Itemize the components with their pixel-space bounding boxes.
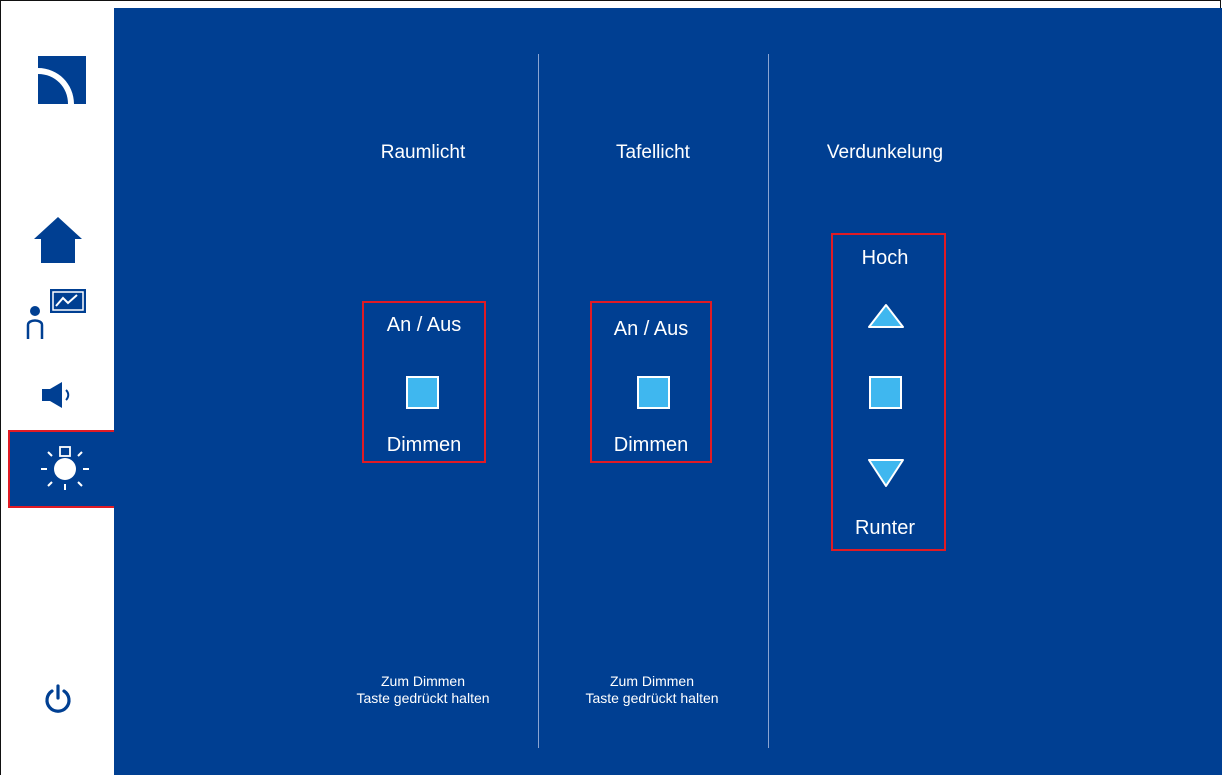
- blind-down-button[interactable]: [867, 458, 905, 488]
- triangle-up-icon: [868, 304, 904, 328]
- sidebar-item-presentation[interactable]: [1, 287, 114, 344]
- tafellicht-toggle-button[interactable]: [637, 376, 670, 409]
- sidebar: [1, 1, 122, 775]
- sidebar-item-light[interactable]: [8, 430, 122, 508]
- hint-line: Taste gedrückt halten: [356, 690, 490, 706]
- column-divider: [538, 54, 539, 748]
- tafellicht-toggle-label: An / Aus: [613, 318, 689, 340]
- verdunkelung-title: Verdunkelung: [826, 142, 944, 163]
- presenter-icon: [23, 287, 93, 344]
- tafellicht-dim-label: Dimmen: [613, 434, 689, 456]
- hint-line: Zum Dimmen: [609, 673, 694, 689]
- light-bulb-icon: [39, 441, 91, 498]
- sidebar-item-home[interactable]: [1, 216, 114, 268]
- raumlicht-toggle-label: An / Aus: [386, 314, 462, 336]
- raumlicht-title: Raumlicht: [380, 142, 466, 163]
- main-panel: Raumlicht An / Aus Dimmen Zum Dimmen Tas…: [114, 8, 1222, 775]
- hint-line: Taste gedrückt halten: [585, 690, 719, 706]
- speaker-icon: [38, 380, 78, 415]
- brand-logo-icon: [37, 56, 86, 104]
- power-button[interactable]: [1, 679, 114, 723]
- blind-up-button[interactable]: [867, 303, 905, 329]
- tafellicht-title: Tafellicht: [616, 142, 690, 163]
- power-icon: [43, 683, 73, 719]
- verdunkelung-down-label: Runter: [854, 517, 916, 539]
- hint-line: Zum Dimmen: [380, 673, 465, 689]
- column-divider: [768, 54, 769, 748]
- raumlicht-dim-label: Dimmen: [386, 434, 462, 456]
- raumlicht-toggle-button[interactable]: [406, 376, 439, 409]
- raumlicht-dim-hint: Zum Dimmen Taste gedrückt halten: [313, 673, 533, 707]
- triangle-down-icon: [868, 459, 904, 487]
- sidebar-item-audio[interactable]: [1, 371, 114, 423]
- home-icon: [33, 216, 82, 268]
- blind-stop-button[interactable]: [869, 376, 902, 409]
- verdunkelung-up-label: Hoch: [861, 247, 909, 269]
- tafellicht-dim-hint: Zum Dimmen Taste gedrückt halten: [542, 673, 762, 707]
